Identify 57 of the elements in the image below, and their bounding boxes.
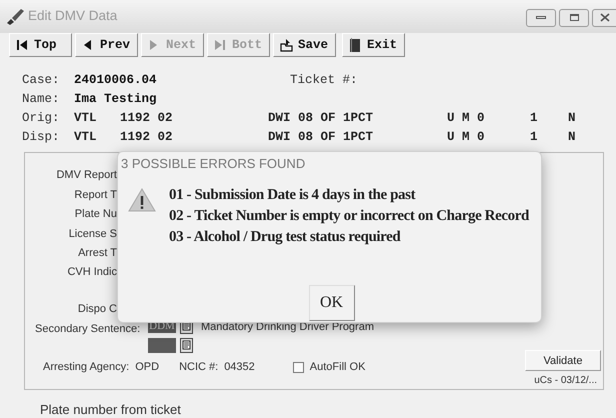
error-message: 03 - Alcohol / Drug test status required — [169, 228, 402, 246]
checkbox-label: AutoFill OK — [310, 360, 366, 376]
charge-code: VTL — [74, 129, 98, 146]
window-title: Edit DMV Data — [28, 7, 118, 26]
last-icon — [214, 38, 227, 52]
close-icon — [600, 13, 610, 22]
toolbar-button[interactable]: Save — [273, 33, 336, 57]
error-message: 01 - Submission Date is 4 days in the past — [169, 186, 416, 204]
field-label: Dispo C — [78, 302, 117, 317]
field-label: NCIC #: — [179, 360, 218, 376]
charge-description: DWI 08 OF 1PCT — [268, 110, 374, 128]
field-label: Orig: — [22, 110, 61, 128]
agency-value: OPD — [135, 360, 160, 376]
case-number: 24010006.04 — [74, 72, 158, 90]
status-text: Plate number from ticket — [39, 401, 182, 418]
field-label: Case: — [22, 72, 61, 90]
charge-section: 1192 02 — [120, 128, 268, 147]
name-value: Ima Testing — [74, 91, 157, 108]
field-label: Arresting Agency: — [43, 360, 130, 376]
field-label: Plate Nu — [74, 207, 117, 222]
charge-cell-text: N — [568, 129, 576, 146]
code-field[interactable] — [148, 338, 176, 354]
field-label: Ticket #: — [290, 72, 358, 90]
error-message: 02 - Ticket Number is empty or incorrect on Charge Record — [169, 206, 529, 226]
charge-description: DWI 08 OF 1PCT — [268, 129, 374, 146]
warning-icon — [128, 188, 156, 212]
checkbox[interactable] — [292, 362, 304, 374]
validate-button[interactable]: Validate — [525, 350, 601, 372]
field-label: Arrest T — [78, 246, 117, 261]
field-label: License S — [68, 226, 117, 242]
field-label: Disp: — [22, 129, 61, 146]
ncic-value: 04352 — [224, 360, 255, 376]
toolbar-button[interactable]: Exit — [342, 33, 405, 57]
field-label: CVH Indic — [67, 265, 117, 280]
charge-cell-text: 1 — [530, 110, 539, 128]
charge-cell-text: U M 0 — [447, 129, 486, 146]
charge-section: 1192 02 — [120, 109, 268, 128]
field-label: Secondary Sentence: — [34, 322, 140, 338]
charge-cell-text: U M 0 — [447, 110, 486, 128]
field-label: Name: — [22, 91, 61, 108]
close-button[interactable] — [592, 8, 616, 26]
field-label: DMV Report — [56, 168, 117, 184]
version-note: uCs - 03/12/... — [534, 374, 597, 388]
maximize-button[interactable] — [559, 8, 589, 26]
toolbar-button[interactable]: Prev — [75, 33, 138, 57]
brush-icon — [5, 8, 25, 26]
toolbar-button[interactable]: Top — [9, 33, 72, 57]
first-icon — [16, 38, 29, 52]
charge-cell-text: 1 — [530, 129, 539, 146]
ok-button[interactable]: OK — [308, 284, 354, 320]
dialog-title: 3 POSSIBLE ERRORS FOUND — [120, 155, 306, 173]
charge-cell-text: N — [568, 110, 576, 128]
note-icon[interactable] — [180, 338, 193, 354]
field-label: Report T — [74, 188, 117, 203]
charge-code: VTL — [74, 110, 98, 128]
minimize-button[interactable] — [526, 8, 556, 26]
folder-icon — [280, 38, 293, 52]
